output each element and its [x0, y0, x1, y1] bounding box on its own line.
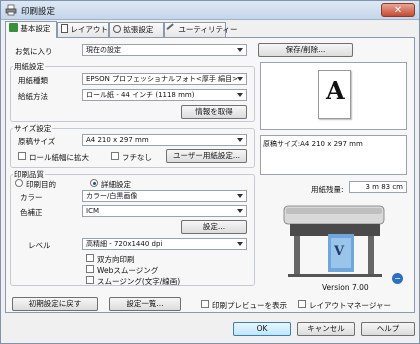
tab-advanced-label: 拡張設定 [123, 25, 154, 34]
borderless-checkbox[interactable] [111, 152, 119, 160]
bidirectional-checkbox[interactable] [86, 254, 94, 262]
tab-layout-label: レイアウト [70, 25, 108, 34]
ok-button[interactable]: OK [233, 322, 291, 336]
text-smoothing-checkbox[interactable] [86, 276, 94, 284]
preview-page: A [318, 70, 351, 119]
title-bar: 印刷設定 ✕ [1, 1, 419, 20]
settings-list-button[interactable]: 設定一覧... [109, 297, 181, 311]
detail-radio[interactable] [90, 179, 98, 187]
paper-preview: A [260, 62, 407, 130]
size-settings-label: サイズ設定 [13, 123, 53, 134]
paper-feed-value: ロール紙 - 44 インチ (1118 mm) [86, 91, 195, 99]
paper-settings-label: 用紙設定 [13, 61, 45, 72]
color-value: カラー/白黒画像 [86, 192, 138, 200]
paper-feed-select[interactable]: ロール紙 - 44 インチ (1118 mm) [82, 89, 247, 101]
text-smoothing-label: スムージング(文字/線画) [97, 277, 181, 286]
info-box: 原稿サイズ:A4 210 x 297 mm [260, 135, 407, 175]
level-value: 高精細 - 720x1440 dpi [86, 240, 163, 248]
remaining-label: 用紙残量: [311, 185, 344, 194]
bidirectional-label: 双方向印刷 [97, 255, 135, 264]
layout-manager-checkbox[interactable] [298, 300, 306, 308]
reset-defaults-button[interactable]: 初期設定に戻す [12, 297, 98, 311]
print-settings-window: 印刷設定 ✕ 基本設定 レイアウト 拡張設定 ユーティリティー お気に入り 現在… [0, 0, 420, 344]
purpose-radio[interactable] [15, 179, 23, 187]
preview-letter: A [326, 76, 345, 105]
purpose-label: 印刷目的 [26, 180, 56, 189]
user-paper-button[interactable]: ユーザー用紙設定... [166, 149, 247, 163]
tab-layout-icon [61, 24, 68, 33]
version-label: Version 7.00 [322, 283, 369, 292]
paper-type-select[interactable]: EPSON プロフェッショナルフォト<厚手 絹目> [82, 73, 247, 85]
tab-layout[interactable]: レイアウト [57, 22, 109, 37]
help-button[interactable]: ヘルプ [361, 322, 415, 336]
remaining-field: 3 m 83 cm [349, 181, 407, 193]
tab-advanced[interactable]: 拡張設定 [109, 22, 164, 37]
printer-letter: V [334, 244, 345, 259]
color-label: カラー [20, 193, 43, 202]
window-title: 印刷設定 [21, 7, 56, 17]
tab-basic-label: 基本設定 [20, 24, 51, 33]
fit-roll-label: ロール紙幅に拡大 [29, 153, 89, 162]
tab-advanced-icon [113, 25, 121, 33]
paper-type-value: EPSON プロフェッショナルフォト<厚手 絹目> [86, 75, 239, 83]
chevron-down-icon [237, 48, 243, 52]
favorites-label: お気に入り [15, 47, 53, 56]
color-correction-label: 色補正 [20, 208, 43, 217]
chevron-down-icon [237, 138, 243, 142]
source-size-value: A4 210 x 297 mm [86, 136, 149, 144]
fit-roll-checkbox[interactable] [18, 152, 26, 160]
tab-utility-icon [166, 23, 178, 35]
color-settings-button[interactable]: 設定... [181, 220, 247, 234]
tab-utility-label: ユーティリティー [178, 25, 238, 34]
collapse-icon[interactable]: − [392, 273, 403, 284]
paper-type-label: 用紙種類 [18, 76, 48, 85]
chevron-down-icon [237, 209, 243, 213]
color-correction-value: ICM [86, 207, 99, 215]
tab-utility[interactable]: ユーティリティー [164, 22, 238, 37]
source-size-select[interactable]: A4 210 x 297 mm [82, 134, 247, 146]
info-text: 原稿サイズ:A4 210 x 297 mm [263, 140, 363, 148]
chevron-down-icon [237, 194, 243, 198]
web-smoothing-label: Webスムージング [97, 266, 159, 275]
chevron-down-icon [237, 242, 243, 246]
source-size-label: 原稿サイズ [18, 137, 56, 146]
remaining-value: 3 m 83 cm [365, 183, 403, 191]
print-preview-label: 印刷プレビューを表示 [212, 301, 287, 310]
tab-basic-icon [9, 23, 18, 32]
cancel-button[interactable]: キャンセル [297, 322, 355, 336]
favorites-value: 現在の設定 [86, 46, 121, 54]
tab-basic[interactable]: 基本設定 [5, 21, 57, 38]
basic-settings-panel: お気に入り 現在の設定 保存/削除... 用紙設定 用紙種類 EPSON プロフ… [5, 37, 415, 313]
close-button[interactable]: ✕ [381, 3, 415, 17]
borderless-label: フチなし [122, 153, 152, 162]
color-select[interactable]: カラー/白黒画像 [82, 190, 247, 202]
favorites-select[interactable]: 現在の設定 [82, 44, 247, 56]
level-select[interactable]: 高精細 - 720x1440 dpi [82, 238, 247, 250]
web-smoothing-checkbox[interactable] [86, 265, 94, 273]
print-preview-checkbox[interactable] [201, 300, 209, 308]
chevron-down-icon [237, 93, 243, 97]
printer-illustration: V [276, 198, 396, 282]
printer-icon [5, 4, 17, 16]
paper-feed-label: 給紙方法 [18, 92, 48, 101]
get-info-button[interactable]: 情報を取得 [181, 105, 247, 119]
detail-label: 詳細設定 [101, 180, 131, 189]
layout-manager-label: レイアウトマネージャー [309, 301, 391, 310]
color-correction-select[interactable]: ICM [82, 205, 247, 217]
level-label: レベル [28, 241, 51, 250]
save-delete-button[interactable]: 保存/削除... [258, 43, 353, 57]
chevron-down-icon [237, 77, 243, 81]
